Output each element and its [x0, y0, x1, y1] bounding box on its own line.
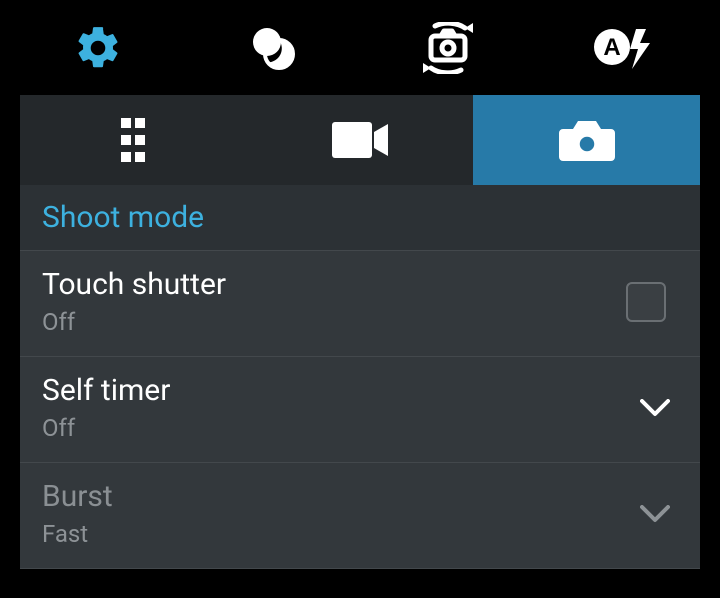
row-labels: Self timer Off [42, 373, 640, 442]
chevron-down-icon [640, 505, 670, 523]
settings-panel: Shoot mode Touch shutter Off Self timer … [20, 95, 700, 569]
row-value: Off [42, 414, 640, 442]
mode-tabbar [20, 95, 700, 185]
tab-photo[interactable] [473, 95, 700, 185]
switch-camera-button[interactable] [360, 22, 535, 74]
chevron-down-icon [640, 399, 670, 417]
row-title: Touch shutter [42, 267, 626, 302]
row-labels: Burst Fast [42, 479, 640, 548]
svg-text:A: A [603, 34, 620, 61]
top-toolbar: A [0, 0, 720, 95]
tab-misc[interactable] [20, 95, 247, 185]
row-touch-shutter[interactable]: Touch shutter Off [20, 251, 700, 357]
auto-flash-button[interactable]: A [535, 25, 710, 71]
auto-flash-icon: A [592, 25, 654, 71]
touch-shutter-checkbox[interactable] [626, 282, 666, 322]
section-title: Shoot mode [42, 200, 204, 235]
row-title: Self timer [42, 373, 640, 408]
camera-settings-app: A [0, 0, 720, 598]
filters-button[interactable] [185, 25, 360, 71]
row-value: Off [42, 308, 626, 336]
video-icon [332, 122, 388, 158]
row-labels: Touch shutter Off [42, 267, 626, 336]
row-value: Fast [42, 520, 640, 548]
row-burst[interactable]: Burst Fast [20, 463, 700, 569]
gear-icon [73, 23, 123, 73]
switch-camera-icon [415, 22, 481, 74]
row-self-timer[interactable]: Self timer Off [20, 357, 700, 463]
section-header-shoot-mode: Shoot mode [20, 185, 700, 251]
overlap-circles-icon [246, 25, 300, 71]
tab-video[interactable] [247, 95, 474, 185]
row-title: Burst [42, 479, 640, 514]
grid-dots-icon [121, 118, 145, 162]
camera-icon [559, 119, 615, 161]
settings-button[interactable] [10, 23, 185, 73]
